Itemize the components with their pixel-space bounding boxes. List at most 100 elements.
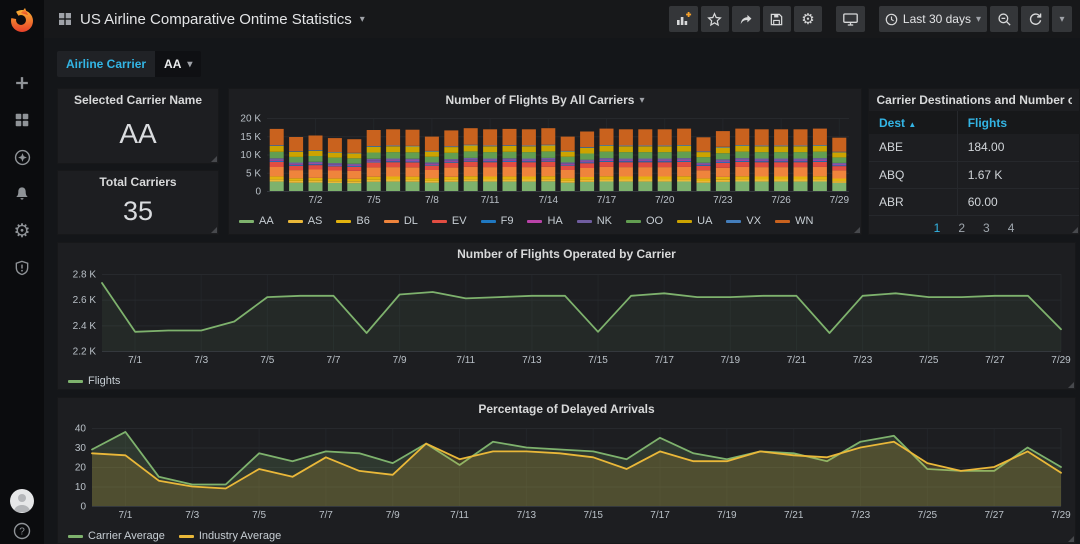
variable-value-dropdown[interactable]: AA ▾ <box>155 51 202 77</box>
table-header-dest[interactable]: Dest ▲ <box>869 111 958 134</box>
page-number-3[interactable]: 3 <box>983 221 990 235</box>
panel-title: Total Carriers <box>99 175 177 189</box>
dashboard-title-menu[interactable]: US Airline Comparative Ontime Statistics… <box>58 11 365 28</box>
panel-resize-handle[interactable] <box>854 227 860 233</box>
share-dashboard-button[interactable] <box>731 6 760 32</box>
panel-resize-handle[interactable] <box>1068 536 1074 542</box>
legend-label: Carrier Average <box>88 530 165 542</box>
panel-resize-handle[interactable] <box>1068 382 1074 388</box>
svg-text:7/21: 7/21 <box>784 510 804 521</box>
add-panel-button[interactable] <box>668 6 698 32</box>
panel-resize-handle[interactable] <box>1072 227 1078 233</box>
svg-text:7/11: 7/11 <box>456 355 475 366</box>
legend-item-flights[interactable]: Flights <box>68 375 120 387</box>
legend-item-dl[interactable]: DL <box>383 215 418 227</box>
panel-title-bar[interactable]: Percentage of Delayed Arrivals <box>58 398 1075 420</box>
sidebar-item-create[interactable] <box>7 72 37 94</box>
legend-label: B6 <box>356 215 370 227</box>
zoom-out-icon <box>997 12 1011 26</box>
star-dashboard-button[interactable] <box>700 6 729 32</box>
save-dashboard-button[interactable] <box>762 6 791 32</box>
legend-color-dash <box>239 219 254 223</box>
grafana-logo[interactable] <box>0 0 44 40</box>
legend-item-b6[interactable]: B6 <box>336 215 370 227</box>
svg-text:7/17: 7/17 <box>650 510 670 521</box>
share-icon <box>740 14 752 24</box>
legend-item-industry-average[interactable]: Industry Average <box>178 530 281 542</box>
page-number-1[interactable]: 1 <box>934 221 941 235</box>
page-number-4[interactable]: 4 <box>1008 221 1015 235</box>
legend-item-aa[interactable]: AA <box>239 215 274 227</box>
add-panel-icon <box>676 12 692 25</box>
flights-line-chart[interactable]: 2.2 K 2.4 K 2.6 K 2.8 K 7/1 7/3 7/5 7/7 7/9 7/11 7… <box>62 265 1073 367</box>
explore-star-icon <box>14 149 30 165</box>
sidebar-item-server-admin[interactable] <box>7 257 37 279</box>
legend-item-as[interactable]: AS <box>287 215 323 227</box>
delays-line-chart[interactable]: 0 10 20 30 40 7/1 7/3 7/5 7/7 7/9 7/11 7/13 7/15 7/17… <box>62 420 1073 522</box>
legend-item-ua[interactable]: UA <box>677 215 712 227</box>
svg-text:7/14: 7/14 <box>539 195 559 206</box>
legend-item-vx[interactable]: VX <box>726 215 761 227</box>
svg-text:7/3: 7/3 <box>194 355 208 366</box>
svg-text:7/19: 7/19 <box>721 355 741 366</box>
svg-text:7/8: 7/8 <box>425 195 439 206</box>
stacked-bar-chart[interactable]: 0 5 K 10 K 15 K 20 K 7/2 7/5 7/8 7/11 7/14 7/17 7/2… <box>233 111 857 207</box>
legend-item-ev[interactable]: EV <box>431 215 467 227</box>
zoom-out-button[interactable] <box>990 6 1018 32</box>
refresh-button[interactable] <box>1021 6 1049 32</box>
panel-title-bar[interactable]: Carrier Destinations and Number of ... <box>869 89 1079 111</box>
sidebar-item-explore[interactable] <box>7 146 37 168</box>
time-range-picker[interactable]: Last 30 days ▾ <box>878 6 987 32</box>
cell-dest: ABR <box>869 188 958 216</box>
svg-text:20: 20 <box>75 463 87 474</box>
table-header-flights[interactable]: Flights <box>956 111 1079 134</box>
legend-color-dash <box>68 534 83 538</box>
svg-text:7/23: 7/23 <box>853 355 873 366</box>
dashboard-settings-button[interactable]: ⚙ <box>793 6 822 32</box>
legend-item-ha[interactable]: HA <box>527 215 563 227</box>
tv-mode-button[interactable] <box>835 6 865 32</box>
legend-item-wn[interactable]: WN <box>775 215 813 227</box>
legend-item-carrier-average[interactable]: Carrier Average <box>68 530 165 542</box>
user-avatar[interactable] <box>7 489 37 513</box>
panel-resize-handle[interactable] <box>211 227 217 233</box>
legend-item-nk[interactable]: NK <box>576 215 612 227</box>
panel-title-bar[interactable]: Number of Flights Operated by Carrier <box>58 243 1075 265</box>
panel-title: Percentage of Delayed Arrivals <box>478 402 655 416</box>
legend-label: HA <box>547 215 563 227</box>
legend-color-dash <box>383 219 399 223</box>
sidebar-item-dashboards[interactable] <box>7 109 37 131</box>
chart-legend: Carrier Average Industry Average <box>58 527 1075 542</box>
panel-title-bar[interactable]: Total Carriers <box>58 171 218 193</box>
sidebar-item-configuration[interactable]: ⚙ <box>7 220 37 242</box>
panel-resize-handle[interactable] <box>211 156 217 162</box>
dashboards-grid-icon <box>15 113 29 127</box>
svg-text:7/9: 7/9 <box>386 510 400 521</box>
sidebar-item-alerting[interactable] <box>7 183 37 205</box>
svg-text:7/26: 7/26 <box>771 195 791 206</box>
svg-text:5 K: 5 K <box>246 168 261 179</box>
svg-text:7/3: 7/3 <box>185 510 199 521</box>
destinations-table: Dest ▲ Flights ABE 184.00 ABQ 1.67 K ABR 60.0… <box>869 111 1079 216</box>
svg-text:7/11: 7/11 <box>481 195 500 206</box>
table-row: ABR 60.00 <box>869 188 1079 216</box>
help-button[interactable]: ? <box>7 520 37 542</box>
sort-asc-icon: ▲ <box>908 119 917 129</box>
svg-text:30: 30 <box>75 443 87 454</box>
chevron-down-icon: ▾ <box>1059 13 1065 25</box>
legend-item-oo[interactable]: OO <box>626 215 663 227</box>
chevron-down-icon: ▾ <box>187 58 193 70</box>
chevron-down-icon: ▾ <box>359 13 365 25</box>
table-pagination: 1 2 3 4 <box>869 221 1079 235</box>
legend-color-dash <box>626 219 641 223</box>
legend-item-f9[interactable]: F9 <box>480 215 513 227</box>
page-number-2[interactable]: 2 <box>958 221 965 235</box>
sidebar: ⚙ ? <box>0 0 44 544</box>
chevron-down-icon: ▾ <box>975 13 981 25</box>
panel-title-bar[interactable]: Number of Flights By All Carriers ▾ <box>229 89 861 111</box>
legend-label: AS <box>307 215 323 227</box>
panel-title-bar[interactable]: Selected Carrier Name <box>58 89 218 111</box>
cell-flights: 60.00 <box>956 188 1079 216</box>
svg-text:7/5: 7/5 <box>252 510 266 521</box>
refresh-interval-dropdown[interactable]: ▾ <box>1052 6 1072 32</box>
